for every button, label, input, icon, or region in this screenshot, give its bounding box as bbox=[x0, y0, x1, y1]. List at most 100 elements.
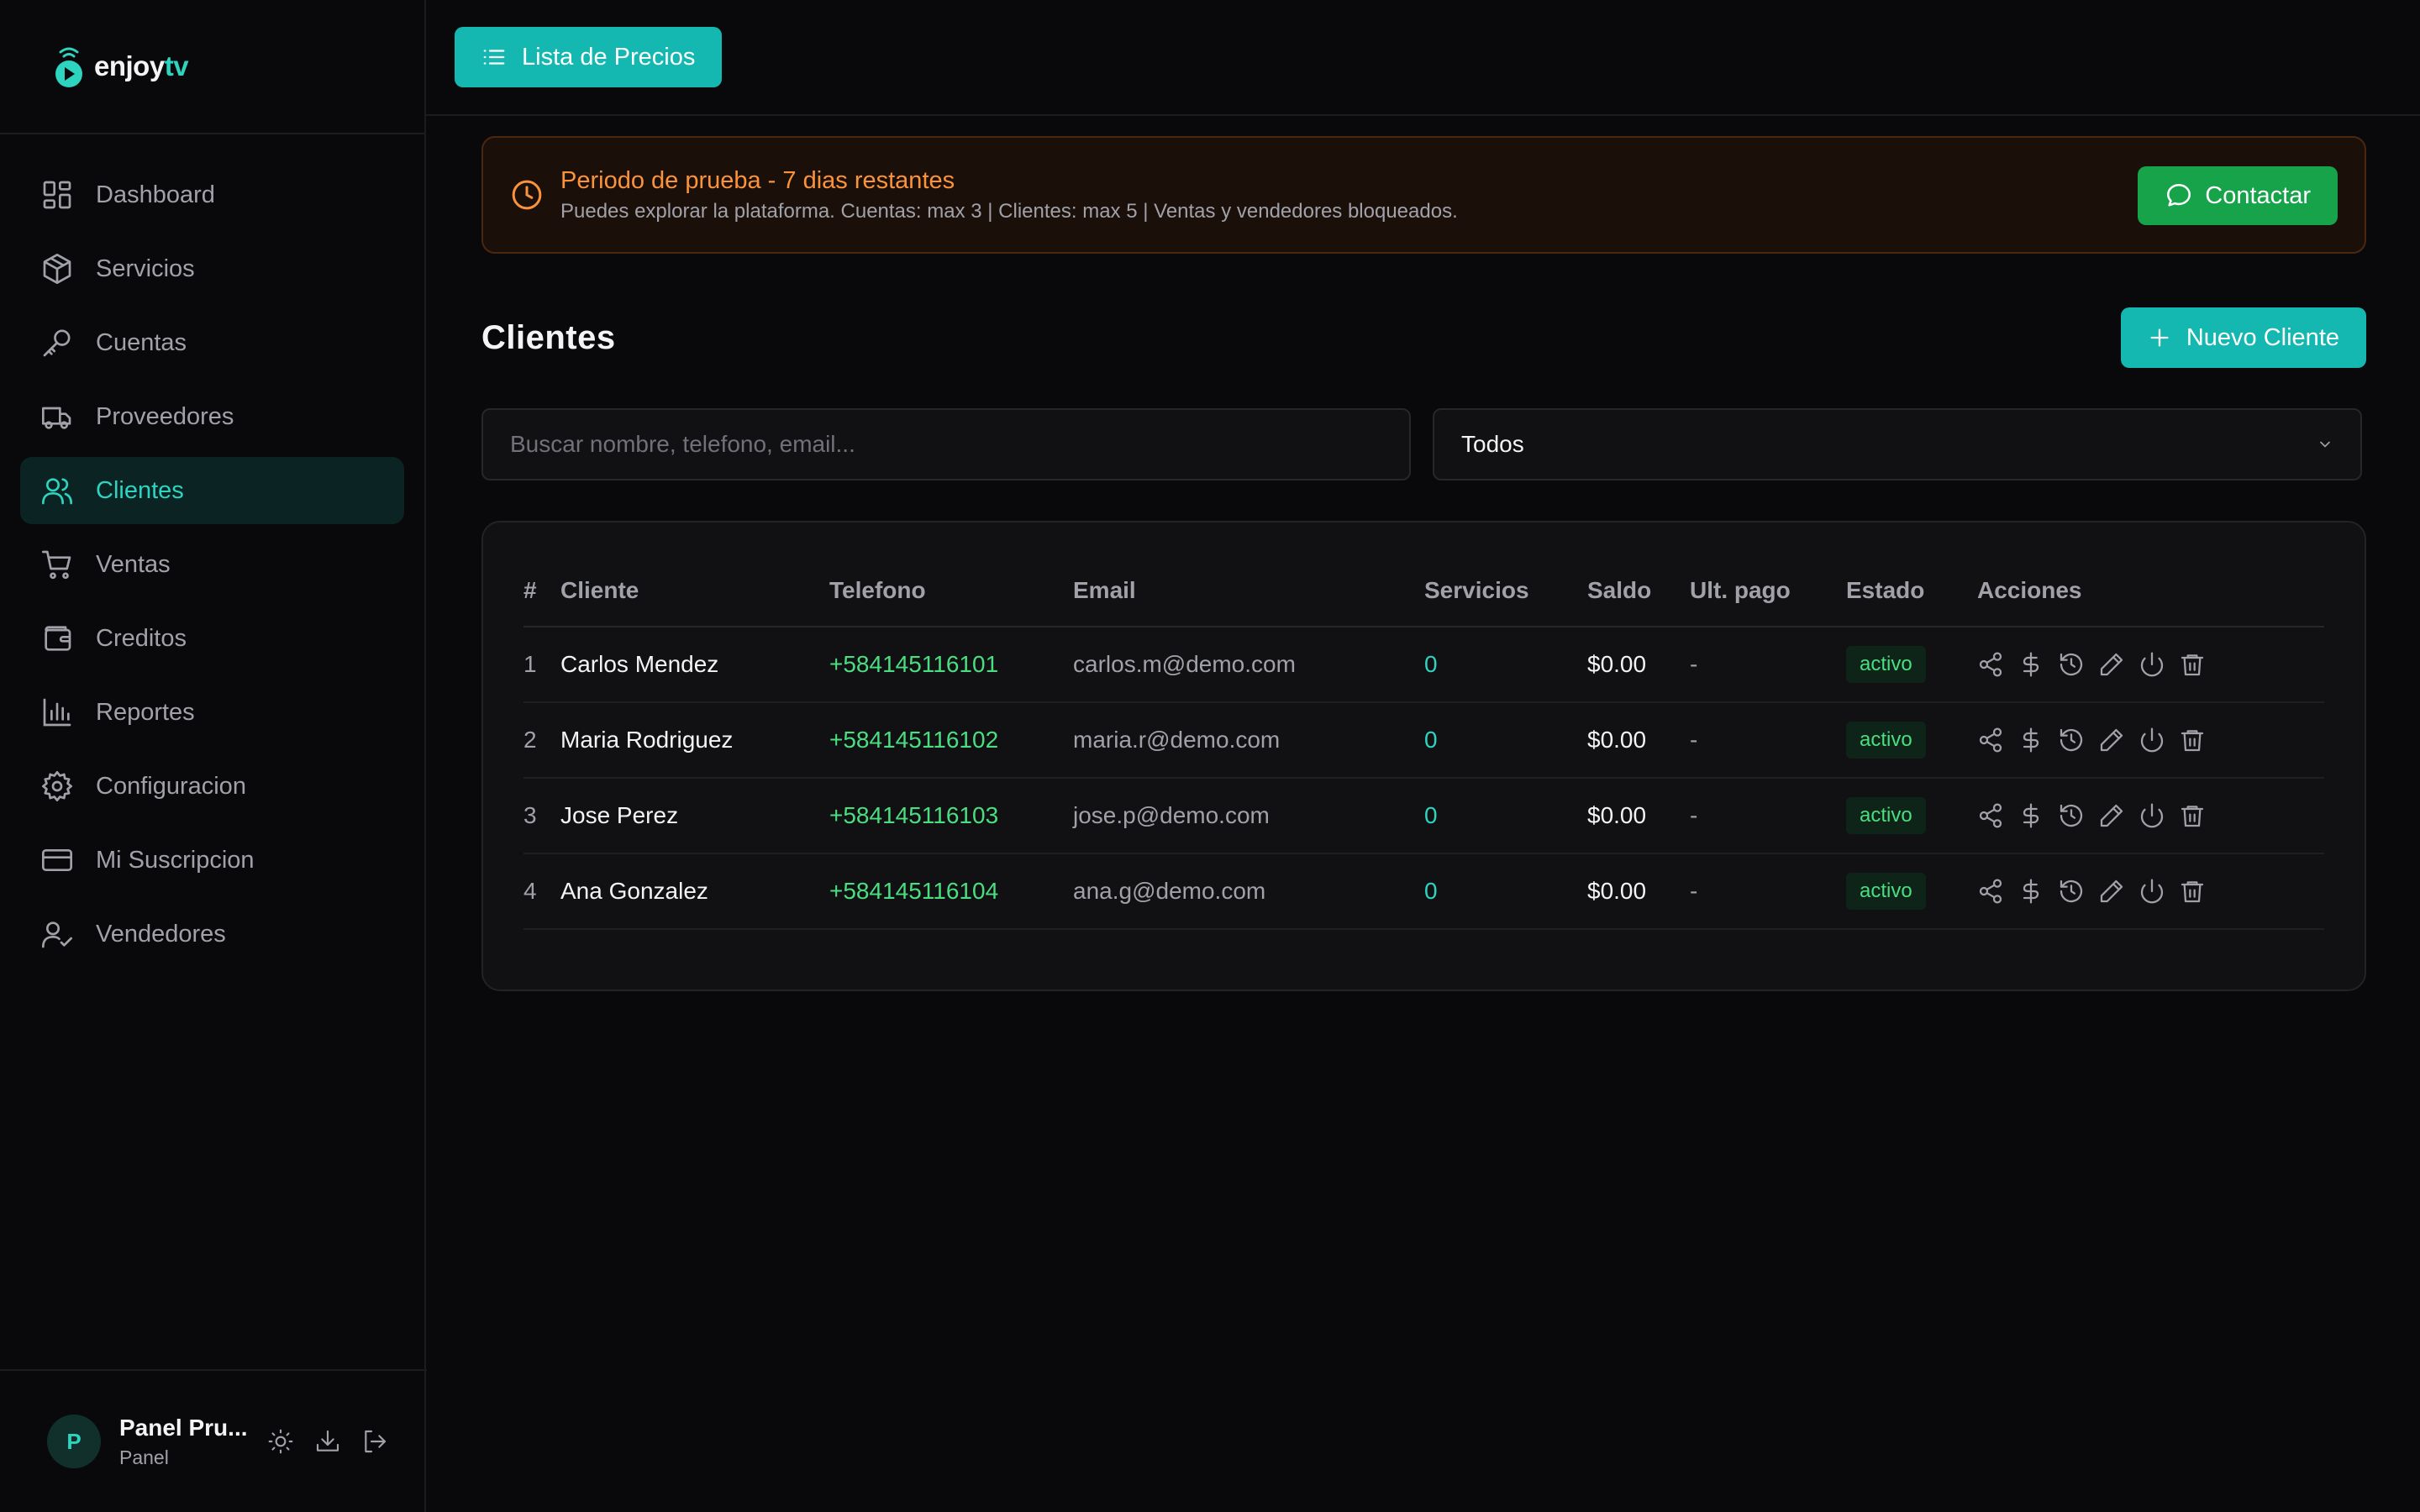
client-services-count[interactable]: 0 bbox=[1424, 627, 1587, 703]
sidebar-item-dashboard[interactable]: Dashboard bbox=[20, 161, 404, 228]
history-icon[interactable] bbox=[2058, 878, 2085, 905]
sidebar-item-mi-suscripcion[interactable]: Mi Suscripcion bbox=[20, 827, 404, 894]
user-name: Panel Pru... bbox=[119, 1414, 248, 1441]
status-badge: activo bbox=[1846, 873, 1926, 910]
main-content: Lista de Precios Periodo de prueba - 7 d… bbox=[426, 0, 2420, 1512]
brand-name: enjoytv bbox=[94, 50, 189, 81]
column-header-status: Estado bbox=[1846, 554, 1977, 627]
sidebar-item-label: Proveedores bbox=[96, 402, 234, 430]
trash-icon[interactable] bbox=[2179, 651, 2206, 678]
sidebar-item-label: Dashboard bbox=[96, 181, 215, 208]
dollar-icon[interactable] bbox=[2018, 651, 2044, 678]
trial-title: Periodo de prueba - 7 dias restantes bbox=[560, 166, 955, 194]
table-row[interactable]: 4 Ana Gonzalez +584145116104 ana.g@demo.… bbox=[523, 853, 2324, 930]
client-services-count[interactable]: 0 bbox=[1424, 702, 1587, 779]
client-email: jose.p@demo.com bbox=[1073, 778, 1424, 854]
search-input[interactable] bbox=[481, 408, 1411, 480]
dashboard-icon bbox=[43, 181, 71, 209]
column-header-balance: Saldo bbox=[1587, 554, 1690, 627]
client-services-count[interactable]: 0 bbox=[1424, 778, 1587, 854]
client-email: carlos.m@demo.com bbox=[1073, 627, 1424, 703]
sidebar-item-label: Vendedores bbox=[96, 920, 226, 948]
client-name[interactable]: Ana Gonzalez bbox=[560, 853, 829, 930]
dollar-icon[interactable] bbox=[2018, 802, 2044, 829]
contact-button[interactable]: Contactar bbox=[2138, 166, 2338, 225]
sidebar-item-vendedores[interactable]: Vendedores bbox=[20, 900, 404, 968]
client-services-count[interactable]: 0 bbox=[1424, 853, 1587, 930]
price-list-button[interactable]: Lista de Precios bbox=[455, 27, 723, 87]
power-icon[interactable] bbox=[2139, 651, 2165, 678]
edit-pencil-icon[interactable] bbox=[2098, 802, 2125, 829]
sidebar: enjoytv Dashboard Servicios Cuentas Prov… bbox=[0, 0, 427, 1512]
client-name[interactable]: Jose Perez bbox=[560, 778, 829, 854]
client-balance: $0.00 bbox=[1587, 627, 1690, 703]
client-phone[interactable]: +584145116102 bbox=[829, 702, 1073, 779]
trial-banner: Periodo de prueba - 7 dias restantes Pue… bbox=[481, 136, 2366, 254]
users-icon bbox=[42, 478, 72, 505]
sidebar-item-cuentas[interactable]: Cuentas bbox=[20, 309, 404, 376]
table-row[interactable]: 1 Carlos Mendez +584145116101 carlos.m@d… bbox=[523, 627, 2324, 703]
page-header: Clientes Nuevo Cliente bbox=[481, 307, 2366, 368]
share-icon[interactable] bbox=[1977, 727, 2004, 753]
power-icon[interactable] bbox=[2139, 727, 2165, 753]
history-icon[interactable] bbox=[2058, 651, 2085, 678]
client-name[interactable]: Maria Rodriguez bbox=[560, 702, 829, 779]
power-icon[interactable] bbox=[2139, 802, 2165, 829]
edit-pencil-icon[interactable] bbox=[2098, 878, 2125, 905]
sidebar-item-ventas[interactable]: Ventas bbox=[20, 531, 404, 598]
list-icon bbox=[483, 50, 505, 65]
sidebar-item-label: Mi Suscripcion bbox=[96, 846, 255, 874]
status-badge: activo bbox=[1846, 646, 1926, 683]
trash-icon[interactable] bbox=[2179, 802, 2206, 829]
sidebar-item-label: Ventas bbox=[96, 550, 171, 578]
client-name[interactable]: Carlos Mendez bbox=[560, 627, 829, 703]
client-phone[interactable]: +584145116101 bbox=[829, 627, 1073, 703]
brand-logo[interactable]: enjoytv bbox=[0, 0, 424, 134]
client-balance: $0.00 bbox=[1587, 853, 1690, 930]
table-row[interactable]: 2 Maria Rodriguez +584145116102 maria.r@… bbox=[523, 702, 2324, 779]
edit-pencil-icon[interactable] bbox=[2098, 727, 2125, 753]
logout-icon[interactable] bbox=[361, 1428, 388, 1455]
sidebar-item-creditos[interactable]: Creditos bbox=[20, 605, 404, 672]
edit-pencil-icon[interactable] bbox=[2098, 651, 2125, 678]
history-icon[interactable] bbox=[2058, 727, 2085, 753]
new-client-button[interactable]: Nuevo Cliente bbox=[2120, 307, 2366, 368]
sidebar-item-proveedores[interactable]: Proveedores bbox=[20, 383, 404, 450]
sidebar-item-reportes[interactable]: Reportes bbox=[20, 679, 404, 746]
page-title: Clientes bbox=[481, 318, 616, 356]
client-last-payment: - bbox=[1690, 778, 1846, 854]
sidebar-item-label: Servicios bbox=[96, 255, 195, 282]
column-header-client: Cliente bbox=[560, 554, 829, 627]
download-icon[interactable] bbox=[314, 1428, 341, 1455]
avatar[interactable]: P bbox=[47, 1415, 101, 1468]
column-header-email: Email bbox=[1073, 554, 1424, 627]
client-balance: $0.00 bbox=[1587, 702, 1690, 779]
sidebar-item-configuracion[interactable]: Configuracion bbox=[20, 753, 404, 820]
row-actions bbox=[1977, 802, 2324, 829]
dollar-icon[interactable] bbox=[2018, 878, 2044, 905]
user-check-icon bbox=[42, 921, 72, 948]
table-row[interactable]: 3 Jose Perez +584145116103 jose.p@demo.c… bbox=[523, 778, 2324, 854]
power-icon[interactable] bbox=[2139, 878, 2165, 905]
status-filter-select[interactable]: Todos bbox=[1433, 408, 2362, 480]
sidebar-item-clientes[interactable]: Clientes bbox=[20, 457, 404, 524]
sidebar-item-servicios[interactable]: Servicios bbox=[20, 235, 404, 302]
sun-icon[interactable] bbox=[267, 1428, 294, 1455]
key-icon bbox=[43, 329, 71, 357]
box-icon bbox=[43, 254, 71, 284]
dollar-icon[interactable] bbox=[2018, 727, 2044, 753]
sidebar-item-label: Configuracion bbox=[96, 772, 246, 800]
cart-icon bbox=[42, 550, 71, 580]
trash-icon[interactable] bbox=[2179, 878, 2206, 905]
row-actions bbox=[1977, 878, 2324, 905]
history-icon[interactable] bbox=[2058, 802, 2085, 829]
share-icon[interactable] bbox=[1977, 651, 2004, 678]
share-icon[interactable] bbox=[1977, 802, 2004, 829]
column-header-services: Servicios bbox=[1424, 554, 1587, 627]
client-phone[interactable]: +584145116104 bbox=[829, 853, 1073, 930]
trash-icon[interactable] bbox=[2179, 727, 2206, 753]
user-actions bbox=[267, 1428, 388, 1455]
sidebar-item-label: Reportes bbox=[96, 698, 195, 726]
client-phone[interactable]: +584145116103 bbox=[829, 778, 1073, 854]
share-icon[interactable] bbox=[1977, 878, 2004, 905]
